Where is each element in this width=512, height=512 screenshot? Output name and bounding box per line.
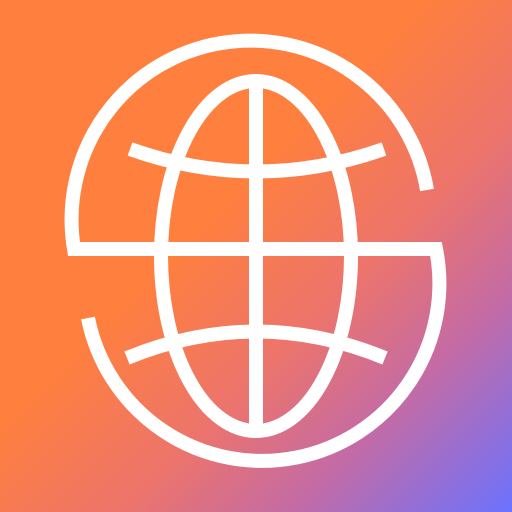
globe-icon <box>0 0 512 512</box>
app-icon <box>0 0 512 512</box>
